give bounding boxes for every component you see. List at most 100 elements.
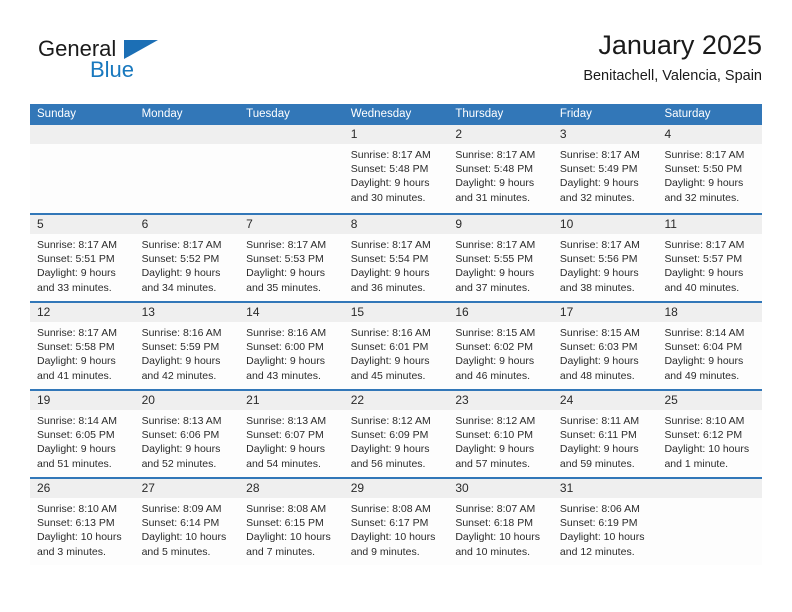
sunrise-text: Sunrise: 8:14 AM bbox=[664, 327, 745, 339]
sunset-text: Sunset: 5:59 PM bbox=[141, 341, 220, 354]
daylight-text-line1: Daylight: 9 hours bbox=[350, 177, 430, 190]
daylight-text-line1: Daylight: 9 hours bbox=[350, 355, 430, 368]
daylight-text-line2: and 10 minutes. bbox=[455, 545, 531, 558]
daylight-text-line2: and 59 minutes. bbox=[559, 457, 635, 470]
day-cell[interactable]: 9 Sunrise: 8:17 AM Sunset: 5:55 PM Daylight… bbox=[448, 215, 553, 301]
sunrise-text: Sunrise: 8:06 AM bbox=[559, 503, 640, 515]
day-cell[interactable]: 14 Sunrise: 8:16 AM Sunset: 6:00 PM Dayligh… bbox=[239, 303, 344, 389]
day-cell[interactable]: 30 Sunrise: 8:07 AM Sunset: 6:18 PM Dayligh… bbox=[448, 479, 553, 565]
day-number: 19 bbox=[30, 391, 135, 410]
day-cell[interactable]: 26 Sunrise: 8:10 AM Sunset: 6:13 PM Dayligh… bbox=[30, 479, 135, 565]
daylight-text-line2: and 5 minutes. bbox=[141, 545, 211, 558]
daylight-text-line1: Daylight: 9 hours bbox=[559, 267, 639, 280]
day-number: 20 bbox=[134, 391, 240, 410]
day-cell[interactable]: 4 Sunrise: 8:17 AM Sunset: 5:50 PM Daylight… bbox=[657, 125, 763, 213]
sunset-text: Sunset: 6:18 PM bbox=[455, 517, 533, 530]
weekday-header-thursday: Thursday bbox=[455, 108, 504, 120]
day-cell-empty bbox=[657, 479, 763, 565]
sunrise-text: Sunrise: 8:17 AM bbox=[350, 149, 431, 161]
day-cell[interactable]: 11 Sunrise: 8:17 AM Sunset: 5:57 PM Dayligh… bbox=[657, 215, 763, 301]
sunrise-text: Sunrise: 8:17 AM bbox=[37, 239, 117, 251]
day-details: Sunrise: 8:17 AM Sunset: 5:57 PM Daylight:… bbox=[657, 234, 762, 295]
sunset-text: Sunset: 6:00 PM bbox=[246, 341, 324, 354]
weekday-header-saturday: Saturday bbox=[664, 108, 711, 120]
day-number bbox=[239, 125, 344, 144]
day-details: Sunrise: 8:17 AM Sunset: 5:50 PM Daylight:… bbox=[657, 144, 762, 205]
daylight-text-line1: Daylight: 10 hours bbox=[141, 531, 227, 544]
day-number: 13 bbox=[134, 303, 240, 322]
sunrise-text: Sunrise: 8:17 AM bbox=[141, 239, 222, 251]
day-cell[interactable]: 24 Sunrise: 8:11 AM Sunset: 6:11 PM Dayligh… bbox=[552, 391, 658, 477]
general-blue-logo[interactable]: General Blue bbox=[30, 36, 270, 92]
daylight-text-line2: and 32 minutes. bbox=[664, 191, 740, 204]
sunset-text: Sunset: 6:15 PM bbox=[246, 517, 324, 530]
day-number: 8 bbox=[343, 215, 449, 234]
sunset-text: Sunset: 5:55 PM bbox=[455, 253, 533, 266]
daylight-text-line2: and 54 minutes. bbox=[246, 457, 321, 470]
daylight-text-line1: Daylight: 9 hours bbox=[246, 267, 325, 280]
day-cell[interactable]: 20 Sunrise: 8:13 AM Sunset: 6:06 PM Dayligh… bbox=[134, 391, 240, 477]
day-cell[interactable]: 5 Sunrise: 8:17 AM Sunset: 5:51 PM Daylight… bbox=[30, 215, 135, 301]
sunset-text: Sunset: 5:51 PM bbox=[37, 253, 115, 266]
day-cell-empty bbox=[239, 125, 344, 213]
day-cell[interactable]: 3 Sunrise: 8:17 AM Sunset: 5:49 PM Daylight… bbox=[552, 125, 658, 213]
day-cell[interactable]: 19 Sunrise: 8:14 AM Sunset: 6:05 PM Dayligh… bbox=[30, 391, 135, 477]
sunset-text: Sunset: 5:48 PM bbox=[350, 163, 429, 176]
day-cell[interactable]: 27 Sunrise: 8:09 AM Sunset: 6:14 PM Dayligh… bbox=[134, 479, 240, 565]
day-cell[interactable]: 7 Sunrise: 8:17 AM Sunset: 5:53 PM Daylight… bbox=[239, 215, 344, 301]
sunrise-text: Sunrise: 8:16 AM bbox=[350, 327, 431, 339]
day-cell[interactable]: 17 Sunrise: 8:15 AM Sunset: 6:03 PM Dayligh… bbox=[552, 303, 658, 389]
sunset-text: Sunset: 6:04 PM bbox=[664, 341, 743, 354]
sunrise-text: Sunrise: 8:12 AM bbox=[350, 415, 431, 427]
day-details: Sunrise: 8:09 AM Sunset: 6:14 PM Daylight:… bbox=[135, 498, 240, 559]
sunrise-text: Sunrise: 8:10 AM bbox=[37, 503, 117, 515]
day-cell[interactable]: 12 Sunrise: 8:17 AM Sunset: 5:58 PM Dayligh… bbox=[30, 303, 135, 389]
daylight-text-line2: and 9 minutes. bbox=[350, 545, 420, 558]
day-cell[interactable]: 28 Sunrise: 8:08 AM Sunset: 6:15 PM Dayligh… bbox=[239, 479, 344, 565]
page-header: General Blue January 2025 Benitachell, V… bbox=[30, 28, 762, 98]
day-cell[interactable]: 22 Sunrise: 8:12 AM Sunset: 6:09 PM Dayligh… bbox=[343, 391, 449, 477]
day-cell[interactable]: 10 Sunrise: 8:17 AM Sunset: 5:56 PM Dayligh… bbox=[552, 215, 658, 301]
day-number: 5 bbox=[30, 215, 135, 234]
daylight-text-line1: Daylight: 9 hours bbox=[350, 267, 430, 280]
sunset-text: Sunset: 6:14 PM bbox=[141, 517, 220, 530]
day-cell[interactable]: 1 Sunrise: 8:17 AM Sunset: 5:48 PM Daylight… bbox=[343, 125, 449, 213]
day-cell[interactable]: 16 Sunrise: 8:15 AM Sunset: 6:02 PM Dayligh… bbox=[448, 303, 553, 389]
day-cell[interactable]: 31 Sunrise: 8:06 AM Sunset: 6:19 PM Dayligh… bbox=[552, 479, 658, 565]
page-title: January 2025 bbox=[598, 30, 762, 60]
calendar-week-row: 26 Sunrise: 8:10 AM Sunset: 6:13 PM Dayligh… bbox=[30, 477, 763, 565]
day-number: 9 bbox=[448, 215, 553, 234]
day-details: Sunrise: 8:08 AM Sunset: 6:17 PM Daylight:… bbox=[344, 498, 449, 559]
day-cell[interactable]: 15 Sunrise: 8:16 AM Sunset: 6:01 PM Dayligh… bbox=[343, 303, 449, 389]
day-number: 28 bbox=[239, 479, 344, 498]
calendar-week-row: 12 Sunrise: 8:17 AM Sunset: 5:58 PM Dayligh… bbox=[30, 301, 763, 389]
day-cell[interactable]: 13 Sunrise: 8:16 AM Sunset: 5:59 PM Dayligh… bbox=[134, 303, 240, 389]
sunrise-text: Sunrise: 8:12 AM bbox=[455, 415, 536, 427]
sunset-text: Sunset: 6:01 PM bbox=[350, 341, 429, 354]
sunset-text: Sunset: 6:06 PM bbox=[141, 429, 220, 442]
day-cell[interactable]: 21 Sunrise: 8:13 AM Sunset: 6:07 PM Dayligh… bbox=[239, 391, 344, 477]
sunset-text: Sunset: 6:19 PM bbox=[559, 517, 638, 530]
sunrise-text: Sunrise: 8:17 AM bbox=[664, 149, 745, 161]
calendar-page: General Blue January 2025 Benitachell, V… bbox=[0, 0, 792, 612]
sunrise-text: Sunrise: 8:17 AM bbox=[350, 239, 431, 251]
sunrise-text: Sunrise: 8:08 AM bbox=[246, 503, 327, 515]
day-cell[interactable]: 2 Sunrise: 8:17 AM Sunset: 5:48 PM Daylight… bbox=[448, 125, 553, 213]
day-cell[interactable]: 25 Sunrise: 8:10 AM Sunset: 6:12 PM Dayligh… bbox=[657, 391, 763, 477]
day-cell[interactable]: 29 Sunrise: 8:08 AM Sunset: 6:17 PM Dayligh… bbox=[343, 479, 449, 565]
day-number: 14 bbox=[239, 303, 344, 322]
day-cell[interactable]: 6 Sunrise: 8:17 AM Sunset: 5:52 PM Daylight… bbox=[134, 215, 240, 301]
sunset-text: Sunset: 6:13 PM bbox=[37, 517, 115, 530]
sunset-text: Sunset: 5:48 PM bbox=[455, 163, 533, 176]
day-number: 6 bbox=[134, 215, 240, 234]
day-cell[interactable]: 23 Sunrise: 8:12 AM Sunset: 6:10 PM Dayligh… bbox=[448, 391, 553, 477]
day-details: Sunrise: 8:12 AM Sunset: 6:10 PM Daylight:… bbox=[448, 410, 553, 471]
daylight-text-line1: Daylight: 9 hours bbox=[350, 443, 430, 456]
daylight-text-line2: and 7 minutes. bbox=[246, 545, 316, 558]
page-subtitle: Benitachell, Valencia, Spain bbox=[583, 68, 762, 84]
day-cell[interactable]: 8 Sunrise: 8:17 AM Sunset: 5:54 PM Daylight… bbox=[343, 215, 449, 301]
daylight-text-line1: Daylight: 9 hours bbox=[246, 355, 325, 368]
day-cell[interactable]: 18 Sunrise: 8:14 AM Sunset: 6:04 PM Dayligh… bbox=[657, 303, 763, 389]
sunset-text: Sunset: 5:53 PM bbox=[246, 253, 324, 266]
day-details: Sunrise: 8:17 AM Sunset: 5:49 PM Daylight:… bbox=[553, 144, 658, 205]
